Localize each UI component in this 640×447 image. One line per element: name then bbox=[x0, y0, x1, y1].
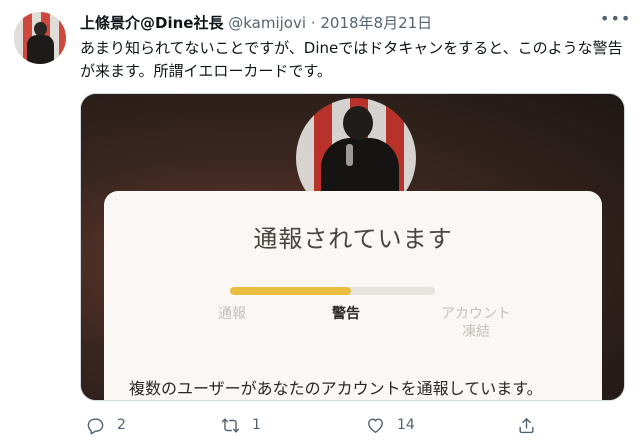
tweet-text: あまり知られてないことですが、Dineではドタキャンをすると、このような警告が来… bbox=[80, 39, 623, 80]
microphone-icon bbox=[346, 144, 353, 166]
heart-icon bbox=[368, 417, 383, 433]
tweet: 上條景介@Dine社長 @kamijovi · 2018年8月21日 ••• あ… bbox=[0, 0, 640, 447]
author-handle[interactable]: @kamijovi bbox=[228, 14, 306, 32]
progress-bar-track bbox=[230, 287, 435, 295]
step-account-freeze: アカウント 凍結 bbox=[441, 306, 511, 340]
avatar[interactable] bbox=[14, 12, 66, 64]
retweet-button[interactable]: 1 bbox=[221, 412, 261, 438]
reply-count: 2 bbox=[117, 417, 126, 433]
share-button[interactable] bbox=[517, 412, 536, 438]
separator-dot: · bbox=[310, 14, 316, 32]
share-icon bbox=[519, 417, 534, 433]
tweet-actions: 2 1 14 bbox=[80, 412, 625, 438]
dialog-title: 通報されています bbox=[253, 225, 453, 253]
tweet-header: 上條景介@Dine社長 @kamijovi · 2018年8月21日 bbox=[80, 13, 432, 35]
avatar-head bbox=[34, 22, 47, 36]
tweet-date[interactable]: 2018年8月21日 bbox=[320, 14, 432, 32]
dialog-message: 複数のユーザーがあなたのアカウントを通報しています。 bbox=[129, 379, 543, 398]
progress-bar-fill bbox=[230, 287, 351, 295]
photo-person-head bbox=[343, 106, 373, 140]
photo-person-body bbox=[321, 138, 399, 198]
reply-button[interactable]: 2 bbox=[86, 412, 126, 438]
avatar-body bbox=[27, 35, 54, 64]
step-report: 通報 bbox=[218, 306, 246, 322]
like-button[interactable]: 14 bbox=[366, 412, 415, 438]
retweet-icon bbox=[221, 417, 240, 433]
step-warning: 警告 bbox=[332, 306, 360, 322]
like-count: 14 bbox=[397, 417, 415, 433]
more-dots-icon[interactable]: ••• bbox=[600, 10, 630, 30]
report-dialog: 通報されています 通報 警告 アカウント 凍結 複数のユーザーがあなたのアカウント… bbox=[104, 191, 602, 400]
tweet-media-image[interactable]: 通報されています 通報 警告 アカウント 凍結 複数のユーザーがあなたのアカウント… bbox=[80, 93, 625, 401]
reply-icon bbox=[87, 417, 104, 434]
author-name[interactable]: 上條景介@Dine社長 bbox=[80, 14, 223, 32]
retweet-count: 1 bbox=[252, 417, 261, 433]
